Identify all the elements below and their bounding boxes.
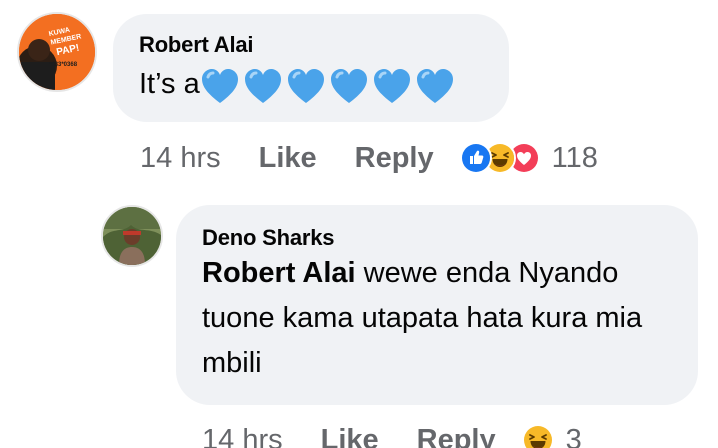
comment-author[interactable]: Robert Alai	[139, 32, 509, 58]
blue-heart-icon	[416, 69, 453, 104]
haha-reaction-icon	[521, 424, 554, 448]
blue-heart-icon	[244, 69, 281, 104]
reply-text: Robert Alai wewe enda Nyando tuone kama …	[202, 251, 682, 386]
reaction-summary[interactable]	[521, 424, 554, 448]
like-button[interactable]: Like	[321, 424, 379, 448]
comment-text-prefix: It’s a	[139, 68, 200, 100]
comment-bubble: Robert Alai It’s a	[113, 14, 509, 122]
reply-actions: 14 hrs Like Reply 3	[202, 420, 582, 448]
reaction-count[interactable]: 3	[566, 424, 582, 448]
avatar-line-4: *483*0368	[49, 62, 78, 68]
blue-heart-icon	[373, 69, 410, 104]
blue-heart-icon	[287, 69, 324, 104]
avatar-image: KUWA MEMBER PAP! *483*0368	[19, 14, 95, 90]
reply-button[interactable]: Reply	[355, 142, 434, 175]
reply-button[interactable]: Reply	[417, 424, 496, 448]
avatar-robert-alai[interactable]: KUWA MEMBER PAP! *483*0368	[17, 12, 97, 92]
avatar-deno-sharks[interactable]	[101, 205, 163, 267]
like-button[interactable]: Like	[259, 142, 317, 175]
reply-bubble: Deno Sharks Robert Alai wewe enda Nyando…	[176, 205, 698, 405]
blue-heart-icon	[201, 69, 238, 104]
blue-heart-emojis	[200, 63, 458, 108]
avatar-image	[103, 207, 161, 265]
reaction-summary[interactable]	[459, 142, 540, 174]
comment-timestamp[interactable]: 14 hrs	[140, 142, 221, 175]
blue-heart-icon	[330, 69, 367, 104]
mention-link[interactable]: Robert Alai	[202, 257, 356, 289]
comment-thread: KUWA MEMBER PAP! *483*0368 Robert Alai I…	[0, 0, 718, 448]
comment-text: It’s a	[139, 62, 509, 108]
reaction-count[interactable]: 118	[552, 142, 598, 175]
reply-author[interactable]: Deno Sharks	[202, 225, 698, 251]
like-reaction-icon	[459, 142, 492, 174]
reply-timestamp[interactable]: 14 hrs	[202, 424, 283, 448]
comment-actions: 14 hrs Like Reply 118	[140, 138, 598, 178]
